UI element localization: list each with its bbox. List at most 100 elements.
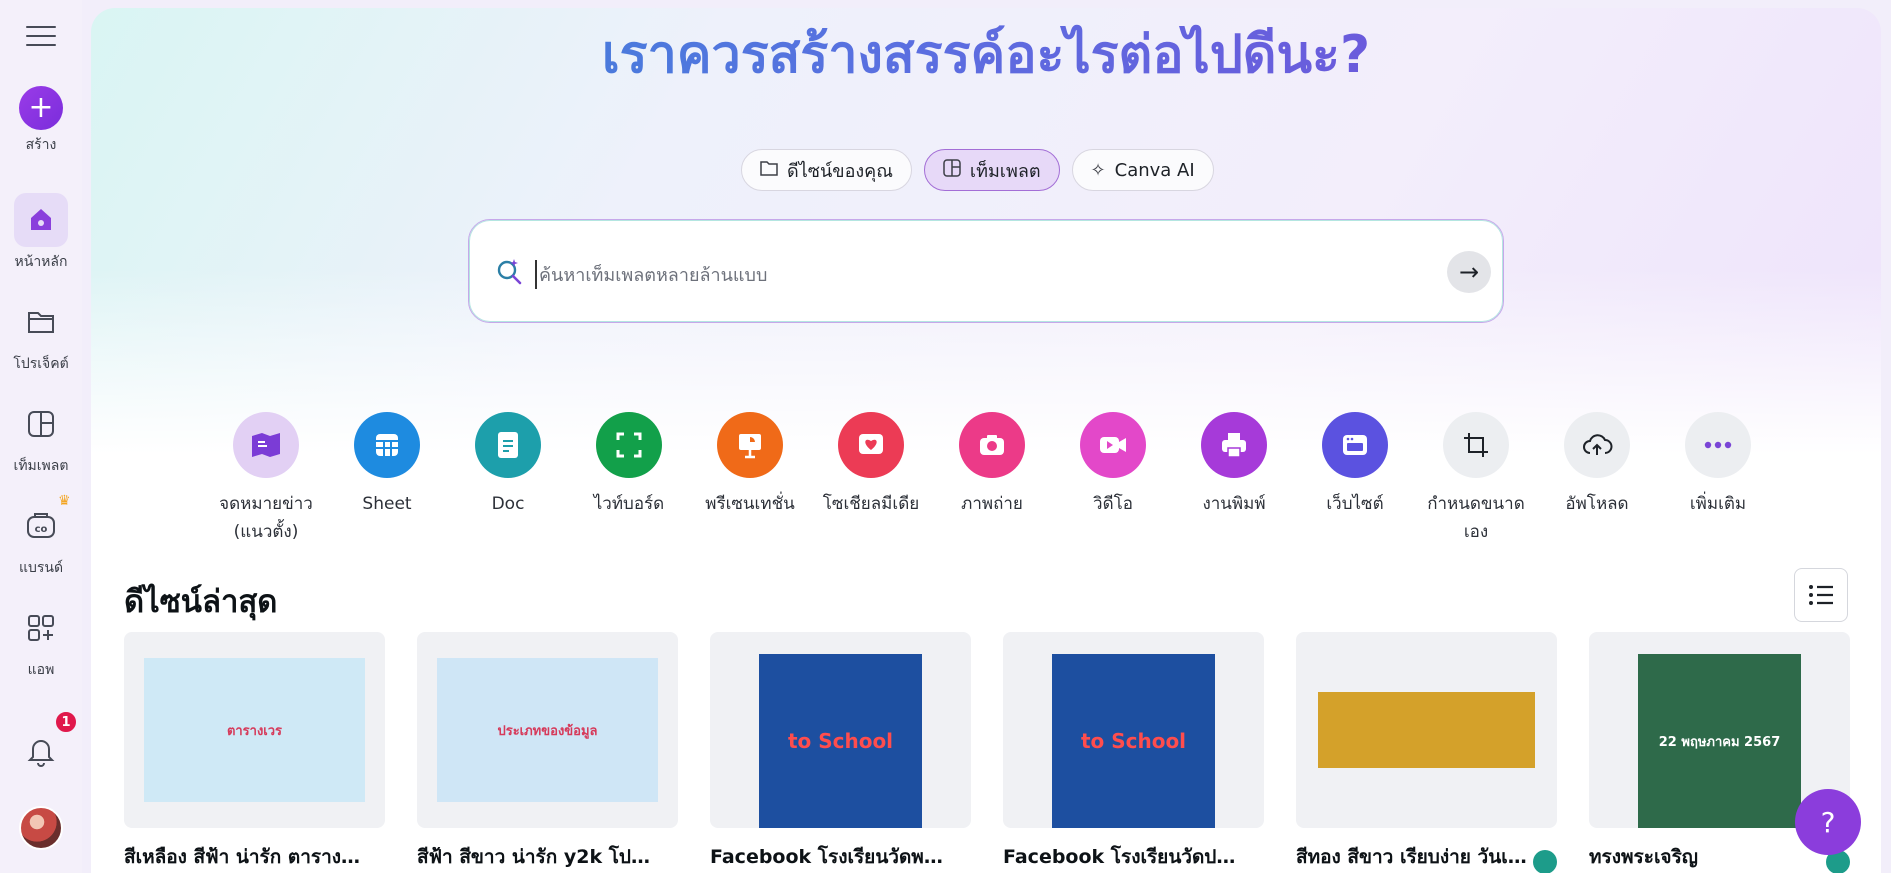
design-title[interactable]: Facebook โรงเรียนวัดประยุรวงศาวาส (1003, 842, 1243, 872)
list-view-button[interactable] (1794, 568, 1848, 622)
thumbnail-text: to School (787, 729, 894, 753)
custom-size-icon (1443, 412, 1509, 478)
template-icon (943, 158, 961, 182)
category-website[interactable]: เว็บไซต์ (1295, 412, 1415, 518)
category-heart[interactable]: โซเชียลมีเดีย (811, 412, 931, 518)
category-custom-size[interactable]: กำหนดขนาด เอง (1416, 412, 1536, 546)
design-thumbnail[interactable] (1296, 632, 1557, 828)
hamburger-menu-icon[interactable] (26, 26, 56, 48)
category-presentation[interactable]: พรีเซนเทชั่น (690, 412, 810, 518)
thumbnail-text: ประเภทของข้อมูล (497, 723, 598, 739)
design-title[interactable]: Facebook โรงเรียนวัดพระเชตุพน (710, 842, 950, 872)
design-thumbnail[interactable]: ประเภทของข้อมูล (417, 632, 678, 828)
thumbnail-image: to School (759, 654, 922, 828)
upload-cloud-icon (1564, 412, 1630, 478)
design-thumbnail[interactable]: to School (1003, 632, 1264, 828)
design-title[interactable]: สีฟ้า สีขาว น่ารัก y2k โปรเจคประเภทของข้… (417, 842, 657, 872)
tab-canva-ai[interactable]: ✧ Canva AI (1071, 149, 1214, 191)
notifications-button[interactable]: 1 (0, 710, 82, 778)
tab-label: เท็มเพลต (969, 160, 1041, 182)
thumbnail-image: to School (1052, 654, 1215, 828)
create-button[interactable]: + สร้าง (0, 86, 82, 156)
category-label: อัพโหลด (1565, 494, 1629, 514)
category-whiteboard[interactable]: ไวท์บอร์ด (569, 412, 689, 518)
category-camera[interactable]: ภาพถ่าย (932, 412, 1052, 518)
create-label: สร้าง (25, 137, 57, 153)
design-card[interactable]: สีทอง สีขาว เรียบง่าย วันเฉลิมพระชนมพรรษ… (1296, 632, 1557, 873)
presentation-icon (717, 412, 783, 478)
search-mode-tabs: ดีไซน์ของคุณ เท็มเพลต ✧ Canva AI (741, 149, 1214, 191)
crown-icon: ♛ (58, 493, 71, 509)
thumbnail-text: 22 พฤษภาคม 2567 (1658, 734, 1781, 750)
camera-icon (959, 412, 1025, 478)
folder-icon (760, 160, 778, 181)
sidebar-item-apps[interactable]: แอพ (0, 601, 82, 681)
thumbnail-image: 22 พฤษภาคม 2567 (1638, 654, 1801, 828)
design-card[interactable]: ประเภทของข้อมูลสีฟ้า สีขาว น่ารัก y2k โป… (417, 632, 678, 872)
doc-icon (475, 412, 541, 478)
tab-your-designs[interactable]: ดีไซน์ของคุณ (741, 149, 912, 191)
thumbnail-image: ตารางเวร (144, 658, 365, 802)
category-video[interactable]: วิดีโอ (1053, 412, 1173, 518)
category-label: กำหนดขนาด เอง (1427, 494, 1525, 542)
design-thumbnail[interactable]: ตารางเวร (124, 632, 385, 828)
design-card[interactable]: to School Facebook โรงเรียนวัดพระเชตุพน (710, 632, 971, 872)
search-box: ค้นหาเท็มเพลตหลายล้านแบบ → (468, 219, 1504, 323)
page-title: เราควรสร้างสรรค์อะไรต่อไปดีนะ? (91, 12, 1881, 95)
search-input[interactable]: ค้นหาเท็มเพลตหลายล้านแบบ (535, 260, 767, 289)
shared-user-icon (1533, 850, 1557, 873)
category-upload-cloud[interactable]: อัพโหลด (1537, 412, 1657, 518)
thumbnail-image (1318, 692, 1535, 768)
category-label: พรีเซนเทชั่น (705, 494, 795, 514)
sidebar-item-projects[interactable]: โปรเจ็คต์ (0, 295, 82, 375)
category-printer[interactable]: งานพิมพ์ (1174, 412, 1294, 518)
help-button[interactable]: ? (1795, 789, 1861, 855)
main-panel: เราควรสร้างสรรค์อะไรต่อไปดีนะ? ดีไซน์ของ… (91, 8, 1881, 873)
video-icon (1080, 412, 1146, 478)
category-label: ไวท์บอร์ด (593, 494, 665, 514)
design-title[interactable]: สีเหลือง สีฟ้า น่ารัก ตารางเวรทำความสะอา… (124, 842, 364, 872)
category-label: โซเชียลมีเดีย (822, 494, 920, 514)
sidebar-item-label: แอพ (27, 662, 55, 678)
category-label: วิดีโอ (1093, 494, 1133, 514)
apps-grid-icon (14, 601, 68, 655)
sidebar: + สร้าง หน้าหลัก โปรเจ็คต์ เท็มเพลต ♛ co… (0, 0, 82, 873)
thumbnail-image: ประเภทของข้อมูล (437, 658, 658, 802)
design-title[interactable]: สีทอง สีขาว เรียบง่าย วันเฉลิมพระชนมพรรษ… (1296, 842, 1536, 872)
sidebar-item-label: หน้าหลัก (14, 254, 68, 270)
sidebar-item-label: เท็มเพลต (13, 458, 69, 474)
design-card[interactable]: to School Facebook โรงเรียนวัดประยุรวงศาว… (1003, 632, 1264, 872)
plus-icon: + (19, 86, 63, 130)
design-title[interactable]: ทรงพระเจริญ (1589, 842, 1829, 872)
tab-templates[interactable]: เท็มเพลต (923, 149, 1060, 191)
search-submit-button[interactable]: → (1447, 251, 1491, 293)
search-icon (497, 259, 522, 285)
sidebar-item-home[interactable]: หน้าหลัก (0, 193, 82, 273)
sidebar-item-label: โปรเจ็คต์ (13, 356, 69, 372)
design-thumbnail[interactable]: to School (710, 632, 971, 828)
category-doc[interactable]: Doc (448, 412, 568, 518)
sidebar-item-label: แบรนด์ (18, 560, 64, 576)
section-title-recent-designs: ดีไซน์ล่าสุด (124, 584, 278, 620)
category-newsletter[interactable]: จดหมายข่าว (แนวตั้ง) (206, 412, 326, 546)
whiteboard-icon (596, 412, 662, 478)
website-icon (1322, 412, 1388, 478)
arrow-right-icon: → (1458, 258, 1480, 286)
svg-text:co: co (35, 524, 48, 535)
avatar[interactable] (19, 806, 63, 850)
sidebar-item-templates[interactable]: เท็มเพลต (0, 397, 82, 477)
sidebar-item-brand[interactable]: ♛ co แบรนด์ (0, 493, 82, 579)
heart-icon (838, 412, 904, 478)
folder-icon (14, 295, 68, 349)
notification-badge: 1 (54, 710, 78, 734)
category-label: Sheet (362, 494, 412, 514)
thumbnail-text: to School (1080, 729, 1187, 753)
design-card[interactable]: ตารางเวรสีเหลือง สีฟ้า น่ารัก ตารางเวรทำ… (124, 632, 385, 872)
newsletter-icon (233, 412, 299, 478)
printer-icon (1201, 412, 1267, 478)
tab-label: ดีไซน์ของคุณ (787, 160, 893, 182)
category-sheet[interactable]: Sheet (327, 412, 447, 518)
list-view-icon (1809, 585, 1833, 605)
category-more[interactable]: เพิ่มเติม (1658, 412, 1778, 518)
category-label: งานพิมพ์ (1202, 494, 1266, 514)
